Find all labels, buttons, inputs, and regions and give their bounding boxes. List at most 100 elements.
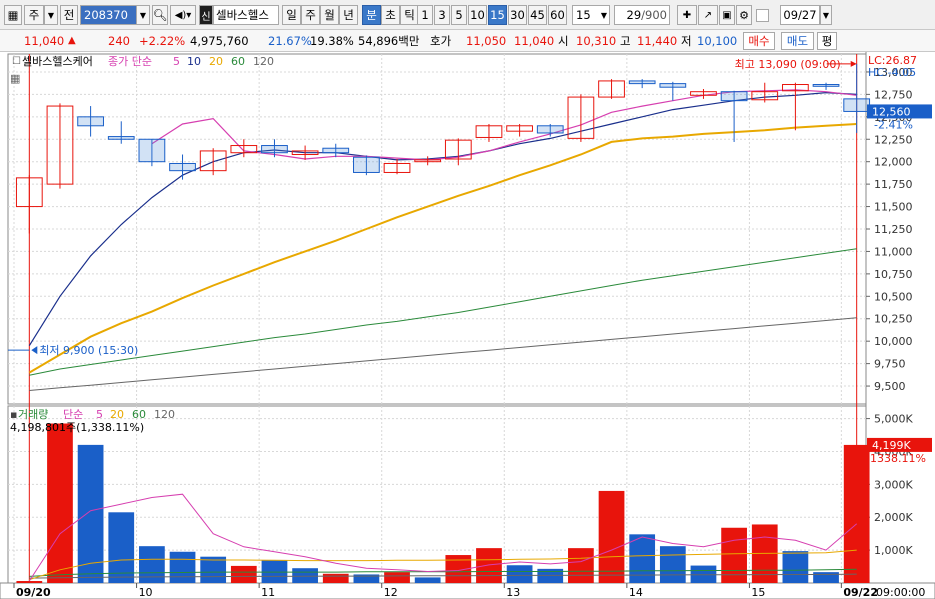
volume-legend-period: 60 [132, 408, 146, 421]
volume-legend-marker: ▪ [10, 408, 17, 421]
volume-info: 4,198,801주(1,338.11%) [10, 421, 144, 434]
current-volume-label: 4,199K [872, 439, 911, 452]
interval-30[interactable]: 30 [508, 5, 527, 25]
buy-button[interactable]: 매수 [743, 32, 775, 50]
period-5[interactable]: 초 [381, 5, 400, 25]
candle-body [291, 150, 319, 156]
price-tick-label: 12,000 [874, 156, 913, 169]
volume-bar [414, 577, 441, 583]
legend-box-icon: ☐ [12, 56, 21, 67]
save-icon[interactable]: ▣ [719, 5, 735, 25]
volume-tick-label: 5,000K [874, 413, 913, 426]
candle-body [414, 159, 442, 163]
high-price: 11,440 [637, 34, 678, 48]
current-price-percent: -2.41% [874, 118, 913, 131]
date-checkbox[interactable] [756, 9, 769, 22]
gear-icon[interactable]: ⚙ [736, 5, 752, 25]
volume-bar [47, 423, 73, 583]
x-tick-label: 10 [139, 586, 153, 599]
volume-bar [629, 534, 656, 583]
volume-legend-period: 120 [154, 408, 175, 421]
quote-bar: 11,040 ▲ 240 +2.22% 4,975,760 21.67% 19.… [0, 30, 935, 52]
period-4[interactable]: 분 [362, 5, 381, 25]
count-field[interactable]: 29/900 [614, 5, 670, 25]
grid-menu-icon[interactable]: ▦ [4, 5, 22, 25]
price-tick-label: 9,500 [874, 380, 906, 393]
candle-body [46, 105, 74, 185]
volume-bar [16, 581, 43, 583]
up-arrow-icon: ▲ [68, 35, 76, 46]
ratio-1: 21.67% [268, 34, 312, 48]
period-1[interactable]: 주 [301, 5, 320, 25]
crosshair-icon[interactable]: ✚ [677, 5, 697, 25]
avg-button[interactable]: 평 [817, 32, 837, 50]
period-0[interactable]: 일 [282, 5, 301, 25]
volume-tick-label: 1,000K [874, 544, 913, 557]
interval-dropdown-icon[interactable]: ▼ [598, 5, 610, 25]
price-legend-period: 10 [187, 55, 201, 68]
interval-60[interactable]: 60 [548, 5, 567, 25]
interval-5[interactable]: 5 [451, 5, 467, 25]
interval-15[interactable]: 15 [488, 5, 507, 25]
price-tick-label: 10,250 [874, 313, 913, 326]
volume-bar [200, 556, 227, 583]
price-tick-label: 10,500 [874, 290, 913, 303]
volume-bar [690, 565, 717, 583]
low-label: 저 [681, 34, 692, 48]
trend-icon[interactable]: ↗ [698, 5, 718, 25]
current-price: 11,040 [24, 34, 65, 48]
ask-label: 호가 [430, 34, 452, 48]
price-tick-label: 9,750 [874, 358, 906, 371]
sell-button[interactable]: 매도 [781, 32, 814, 50]
count-total: /900 [641, 8, 667, 22]
volume-bar [813, 572, 839, 583]
volume-bar [322, 573, 349, 583]
candle-body [567, 96, 595, 139]
high-label: 고 [620, 34, 631, 48]
date-field[interactable]: 09/27 [780, 5, 820, 25]
candle-body [15, 177, 43, 208]
volume-bar [506, 565, 533, 583]
period-2[interactable]: 월 [320, 5, 339, 25]
x-tick-label: 09/22 [843, 586, 878, 599]
volume-legend-name: 단순 [63, 408, 83, 421]
volume-bar [169, 551, 196, 583]
ratio-2: 19.38% [310, 34, 354, 48]
volume-bar [139, 546, 165, 583]
period-3[interactable]: 년 [339, 5, 358, 25]
time-footer: 09:00:00 [876, 586, 925, 599]
candle-body [77, 116, 104, 127]
price-tick-label: 11,000 [874, 245, 913, 258]
volume-bar [659, 546, 686, 583]
volume-bar [108, 512, 135, 583]
interval-45[interactable]: 45 [528, 5, 547, 25]
current-price-label: 12,560 [872, 105, 911, 118]
candle-body [261, 145, 288, 154]
type-selector[interactable]: 주 [24, 5, 44, 25]
interval-3[interactable]: 3 [434, 5, 450, 25]
stock-badge: 신 [199, 5, 213, 25]
volume-bar [568, 548, 594, 583]
chevron-down-icon[interactable]: ▼ [44, 5, 58, 25]
trade-amount: 54,896백만 [358, 34, 420, 48]
candle-body [444, 139, 472, 160]
stock-chart[interactable]: 9,500 9,750 10,000 10,250 10,500 10,750 11,000… [0, 52, 935, 599]
x-tick-label: 09/20 [16, 586, 51, 599]
speaker-icon[interactable]: ◀)▾ [170, 5, 196, 25]
low-price: 10,100 [697, 34, 738, 48]
price-chart-title: 셀바스헬스케어 [22, 55, 93, 68]
prev-button[interactable]: 전 [60, 5, 78, 25]
candle-body [475, 125, 503, 138]
interval-10[interactable]: 10 [468, 5, 487, 25]
code-dropdown-icon[interactable]: ▼ [136, 5, 150, 25]
calendar-dropdown-icon[interactable]: ▼ [820, 5, 832, 25]
price-legend-period: 5 [173, 55, 180, 68]
change-percent: +2.22% [139, 34, 186, 48]
search-icon[interactable]: 🔍︎ [152, 5, 168, 25]
volume-tick-label: 3,000K [874, 478, 913, 491]
toolbar: ▦ 주 ▼ 전 208370 ▼ 🔍︎ ◀)▾ 신 셀바스헬스 15 ▼ 29/… [0, 0, 935, 30]
price-legend-name: 종가 단순 [108, 55, 152, 68]
volume-bar [598, 490, 625, 583]
stock-code-input[interactable]: 208370 [80, 5, 138, 25]
interval-1[interactable]: 1 [417, 5, 433, 25]
